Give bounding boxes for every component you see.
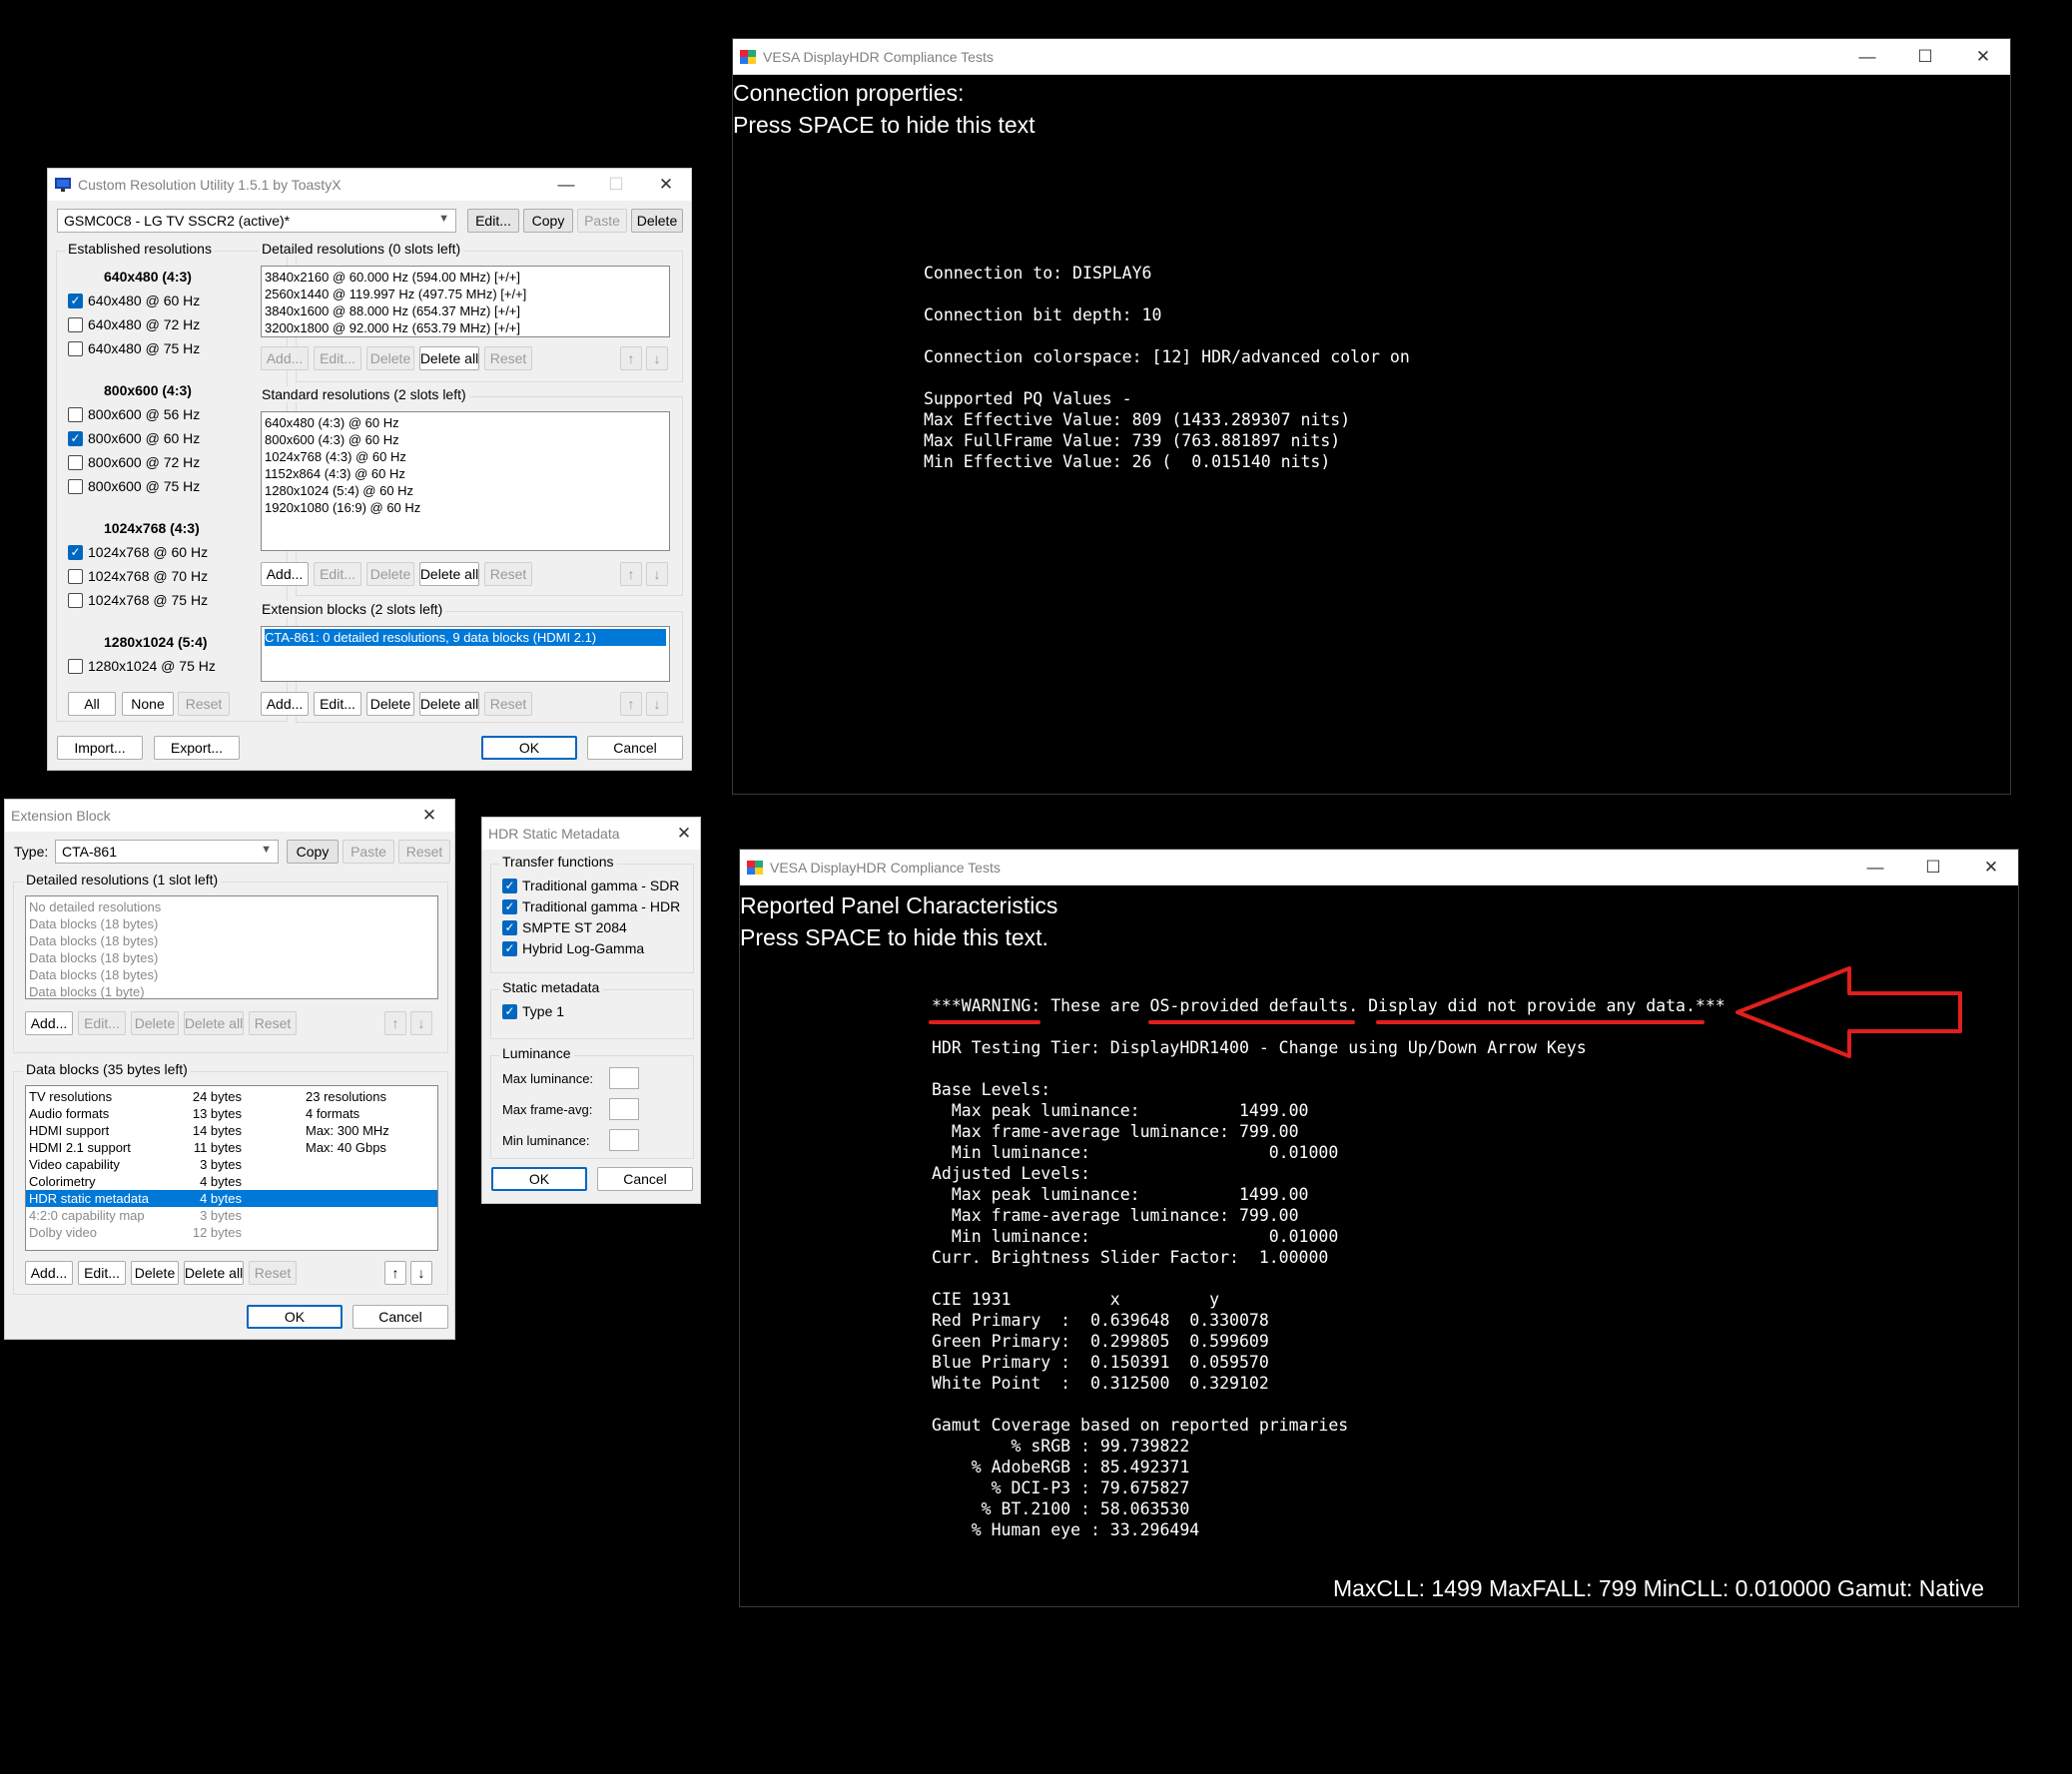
annotation-arrow (1735, 966, 1962, 1058)
annotation-overlay (929, 966, 1962, 1058)
